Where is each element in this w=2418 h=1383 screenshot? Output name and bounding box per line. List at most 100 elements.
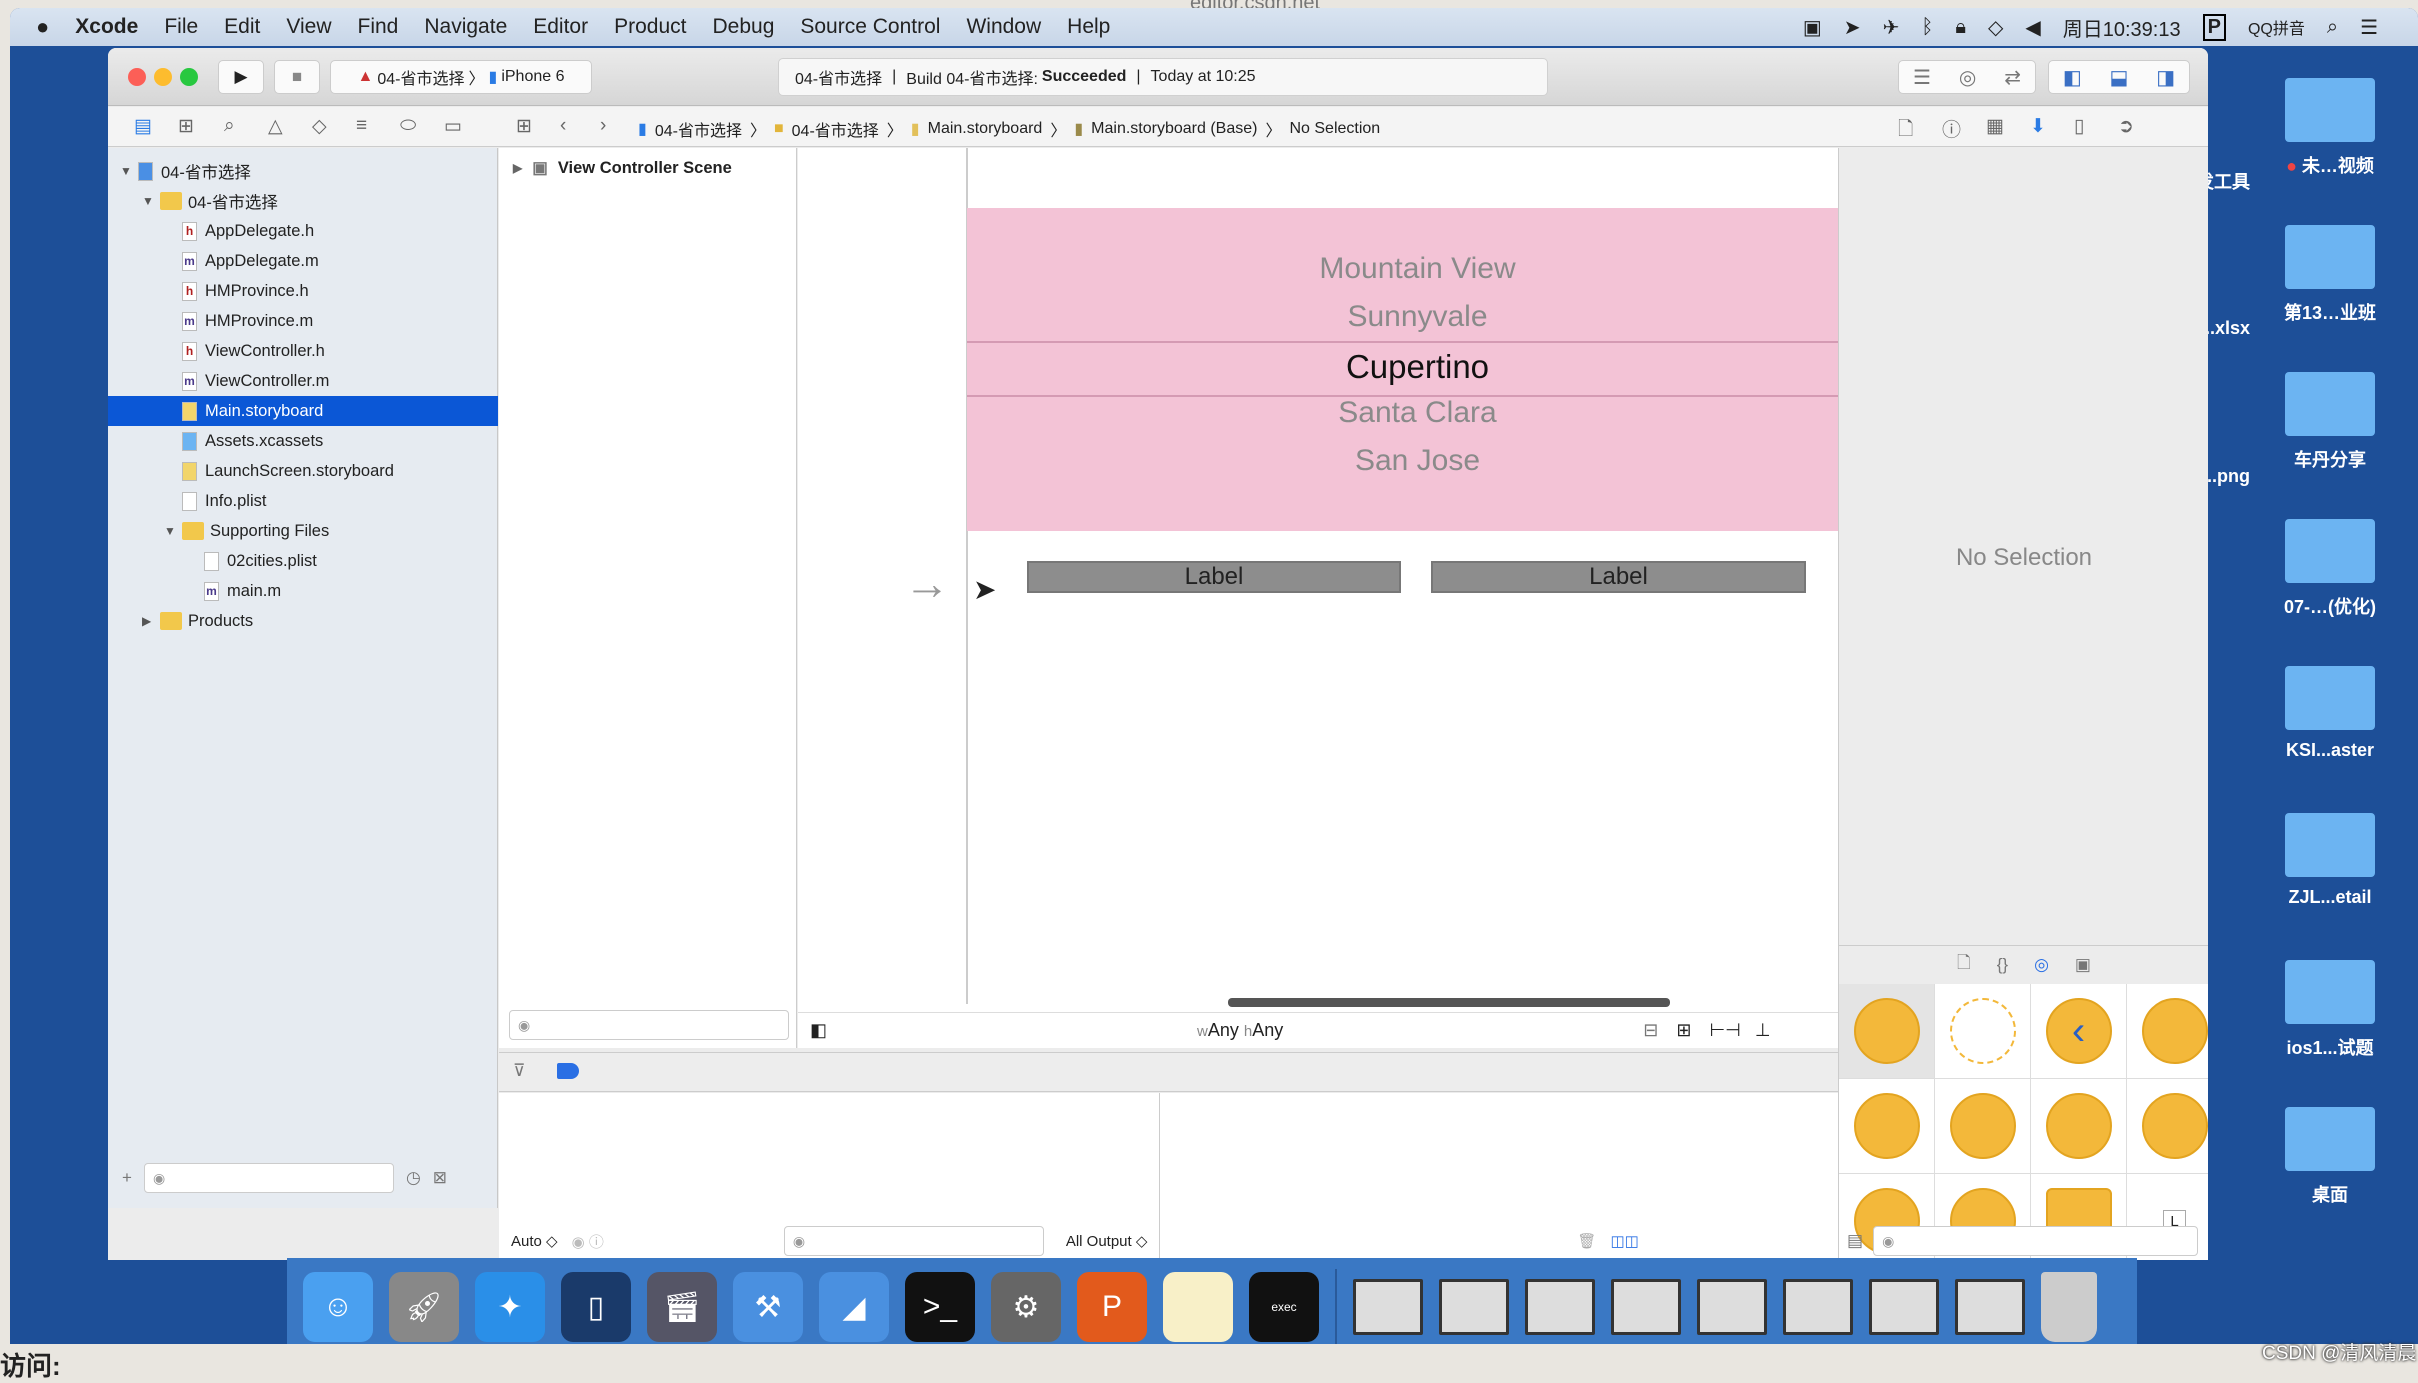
breadcrumb-item[interactable]: Main.storyboard bbox=[928, 120, 1043, 138]
launchpad-icon[interactable]: 🚀︎ bbox=[389, 1272, 459, 1342]
navigator-item[interactable]: Main.storyboard bbox=[108, 396, 498, 426]
system-preferences-icon[interactable]: ⚙ bbox=[991, 1272, 1061, 1342]
align-icon[interactable]: ⊞ bbox=[1676, 1020, 1691, 1041]
menu-xcode[interactable]: Xcode bbox=[75, 15, 138, 39]
hide-debug-icon[interactable]: ⊽ bbox=[513, 1061, 525, 1081]
navigator-item[interactable]: m AppDelegate.m bbox=[108, 246, 498, 276]
minimized-window-icon[interactable] bbox=[1869, 1279, 1939, 1335]
project-navigator-icon[interactable]: ▤ bbox=[134, 115, 152, 138]
menu-editor[interactable]: Editor bbox=[533, 15, 588, 39]
navigator-item[interactable]: LaunchScreen.storyboard bbox=[108, 456, 498, 486]
horizontal-scrollbar[interactable] bbox=[1228, 998, 1670, 1007]
media-library-icon[interactable]: ▣ bbox=[2075, 955, 2091, 975]
outline-filter-input[interactable]: ◉ bbox=[509, 1010, 789, 1040]
disclosure-triangle-icon[interactable]: ▼ bbox=[120, 164, 134, 178]
minimized-window-icon[interactable] bbox=[1439, 1279, 1509, 1335]
navigator-item[interactable]: Assets.xcassets bbox=[108, 426, 498, 456]
filter-input[interactable]: ◉ bbox=[143, 1163, 394, 1193]
menu-view[interactable]: View bbox=[286, 15, 331, 39]
console-icon[interactable]: exec bbox=[1249, 1272, 1319, 1342]
trash-icon[interactable] bbox=[2041, 1272, 2097, 1342]
wifi-icon[interactable]: ◇ bbox=[1988, 15, 2003, 40]
pin-icon[interactable]: ⊢⊣ bbox=[1709, 1020, 1740, 1041]
desktop-folder[interactable]: ● 未…视频 bbox=[2260, 78, 2400, 178]
navigator-item[interactable]: m main.m bbox=[108, 576, 498, 606]
menu-debug[interactable]: Debug bbox=[712, 15, 774, 39]
navigator-item[interactable]: h ViewController.h bbox=[108, 336, 498, 366]
outline-item-scene[interactable]: ▶ ▣ View Controller Scene bbox=[513, 158, 732, 178]
navigator-item[interactable]: h HMProvince.h bbox=[108, 276, 498, 306]
spotlight-icon[interactable]: ⌕ bbox=[2327, 16, 2338, 39]
toggle-navigator-icon[interactable]: ◧ bbox=[2063, 65, 2082, 90]
disclosure-triangle-icon[interactable]: ▶ bbox=[513, 161, 522, 175]
desktop-folder[interactable]: 07-…(优化) bbox=[2260, 519, 2400, 619]
volume-icon[interactable]: ◀ bbox=[2025, 15, 2040, 40]
library-item[interactable] bbox=[1935, 984, 2031, 1079]
ime-p-icon[interactable]: P bbox=[2202, 13, 2226, 41]
picker-view[interactable]: Mountain View Sunnyvale Cupertino Santa … bbox=[967, 208, 1868, 531]
resolve-icon[interactable]: ⊥ bbox=[1755, 1020, 1771, 1041]
quick-help-icon[interactable]: ⓘ bbox=[1942, 115, 1961, 142]
picker-row[interactable]: Mountain View bbox=[967, 252, 1868, 286]
navigator-item[interactable]: ▼ 04-省市选择 bbox=[108, 156, 498, 186]
outline-toggle-icon[interactable]: ◧ bbox=[810, 1020, 827, 1041]
breadcrumb-item[interactable]: Main.storyboard (Base) bbox=[1091, 120, 1257, 138]
library-item[interactable] bbox=[2031, 1079, 2127, 1174]
menu-file[interactable]: File bbox=[164, 15, 198, 39]
stop-button[interactable]: ■ bbox=[274, 60, 320, 94]
bluetooth-icon[interactable]: ᛒ bbox=[1921, 16, 1933, 39]
menu-window[interactable]: Window bbox=[966, 15, 1041, 39]
issue-navigator-icon[interactable]: △ bbox=[268, 115, 283, 138]
clock[interactable]: 周日10:39:13 bbox=[2063, 13, 2181, 42]
ime-label[interactable]: QQ拼音 bbox=[2248, 15, 2305, 39]
disclosure-triangle-icon[interactable]: ▶ bbox=[142, 614, 156, 628]
minimize-button[interactable] bbox=[154, 68, 172, 86]
stack-icon[interactable]: ⊟ bbox=[1643, 1020, 1658, 1041]
navigator-item[interactable]: 02cities.plist bbox=[108, 546, 498, 576]
library-item[interactable] bbox=[2127, 984, 2208, 1079]
navigator-item[interactable]: ▼ Supporting Files bbox=[108, 516, 498, 546]
picker-row[interactable]: San Jose bbox=[967, 444, 1868, 478]
zoom-button[interactable] bbox=[180, 68, 198, 86]
object-library-icon[interactable]: ◎ bbox=[2034, 955, 2049, 975]
finder-icon[interactable]: ☺ bbox=[303, 1272, 373, 1342]
screen-record-icon[interactable]: ▣ bbox=[1803, 15, 1822, 40]
code-snippet-library-icon[interactable]: {} bbox=[1997, 955, 2008, 975]
size-inspector-icon[interactable]: ▯ bbox=[2074, 115, 2084, 138]
scheme-selector[interactable]: ▲ 04-省市选择〉 ▮ iPhone 6 bbox=[330, 60, 592, 94]
safari-icon[interactable]: ✦ bbox=[475, 1272, 545, 1342]
breakpoint-navigator-icon[interactable]: ⬭ bbox=[400, 115, 416, 137]
powerpoint-icon[interactable]: P bbox=[1077, 1272, 1147, 1342]
library-item[interactable] bbox=[1935, 1079, 2031, 1174]
menu-find[interactable]: Find bbox=[358, 15, 399, 39]
library-item[interactable] bbox=[1839, 1079, 1935, 1174]
mouse-icon[interactable]: ▯ bbox=[561, 1272, 631, 1342]
file-template-library-icon[interactable]: 🗋︎ bbox=[1957, 950, 1971, 979]
library-item[interactable]: ‹ bbox=[2031, 984, 2127, 1079]
split-view-icon[interactable]: ◫◫ bbox=[1610, 1232, 1638, 1250]
navigator-item[interactable]: ▶ Products bbox=[108, 606, 498, 636]
desktop-folder[interactable]: 第13…业班 bbox=[2260, 225, 2400, 325]
quicklook-icon[interactable]: ◉ ⓘ bbox=[572, 1231, 604, 1252]
report-navigator-icon[interactable]: ▭ bbox=[444, 115, 462, 138]
assistant-editor-icon[interactable]: ◎ bbox=[1959, 65, 1976, 90]
navigator-item[interactable]: m ViewController.m bbox=[108, 366, 498, 396]
scm-filter-icon[interactable]: ⊠ bbox=[433, 1168, 447, 1188]
library-filter-input[interactable]: ◉ bbox=[1873, 1226, 2199, 1256]
symbol-navigator-icon[interactable]: ⊞ bbox=[178, 115, 194, 138]
connections-inspector-icon[interactable]: ➲ bbox=[2118, 115, 2134, 138]
auto-selector[interactable]: Auto ◇ bbox=[511, 1232, 558, 1250]
identity-inspector-icon[interactable]: ▦ bbox=[1986, 115, 2004, 138]
desktop-folder[interactable]: 车丹分享 bbox=[2260, 372, 2400, 472]
location-icon[interactable]: ➤ bbox=[1844, 15, 1861, 40]
desktop-folder[interactable]: 桌面 bbox=[2260, 1107, 2400, 1207]
trash-icon[interactable]: 🗑︎ bbox=[1577, 1232, 1596, 1250]
breakpoints-toggle-icon[interactable] bbox=[557, 1063, 579, 1079]
toggle-utilities-icon[interactable]: ◨ bbox=[2156, 65, 2175, 90]
minimized-window-icon[interactable] bbox=[1611, 1279, 1681, 1335]
xcode-icon[interactable]: ⚒ bbox=[733, 1272, 803, 1342]
desktop-folder[interactable]: ZJL...etail bbox=[2260, 813, 2400, 908]
navigator-item[interactable]: h AppDelegate.h bbox=[108, 216, 498, 246]
breadcrumb-item[interactable]: No Selection bbox=[1289, 120, 1380, 138]
disclosure-triangle-icon[interactable]: ▼ bbox=[164, 524, 178, 538]
